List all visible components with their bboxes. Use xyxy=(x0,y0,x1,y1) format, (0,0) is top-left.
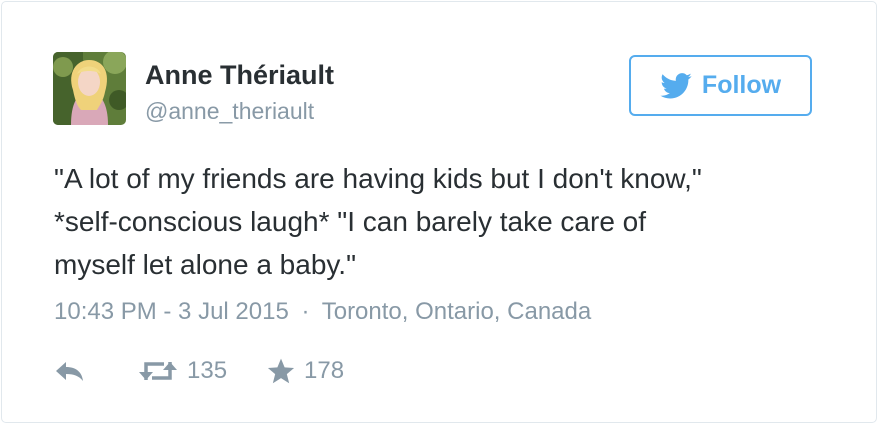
retweet-button[interactable]: 135 xyxy=(138,357,227,385)
tweet-text-line: myself let alone a baby." xyxy=(54,249,357,280)
tweet-meta: 10:43 PM - 3 Jul 2015 · Toronto, Ontario… xyxy=(54,298,591,326)
tweet-actions: 135 178 xyxy=(54,354,344,388)
follow-button[interactable]: Follow xyxy=(629,55,812,116)
favorite-button[interactable]: 178 xyxy=(267,357,344,385)
tweet-card: Anne Thériault @anne_theriault Follow "A… xyxy=(1,1,877,423)
tweet-timestamp[interactable]: 10:43 PM - 3 Jul 2015 xyxy=(54,298,289,325)
reply-button[interactable] xyxy=(54,359,86,383)
retweet-count: 135 xyxy=(187,357,228,384)
retweet-icon xyxy=(139,362,177,380)
follow-button-label: Follow xyxy=(701,71,782,99)
star-icon xyxy=(267,358,295,383)
twitter-bird-icon xyxy=(660,72,692,98)
reply-icon xyxy=(56,362,83,381)
avatar-photo xyxy=(53,52,126,125)
tweet-text-line: "A lot of my friends are having kids but… xyxy=(54,163,702,194)
tweet-location[interactable]: Toronto, Ontario, Canada xyxy=(322,298,592,325)
author-handle[interactable]: @anne_theriault xyxy=(145,98,314,125)
author-display-name[interactable]: Anne Thériault xyxy=(145,60,334,91)
tweet-text: "A lot of my friends are having kids but… xyxy=(54,157,844,286)
avatar[interactable] xyxy=(53,52,126,125)
meta-separator: · xyxy=(301,298,310,325)
tweet-text-line: *self-conscious laugh* "I can barely tak… xyxy=(54,206,647,237)
favorite-count: 178 xyxy=(304,357,345,384)
